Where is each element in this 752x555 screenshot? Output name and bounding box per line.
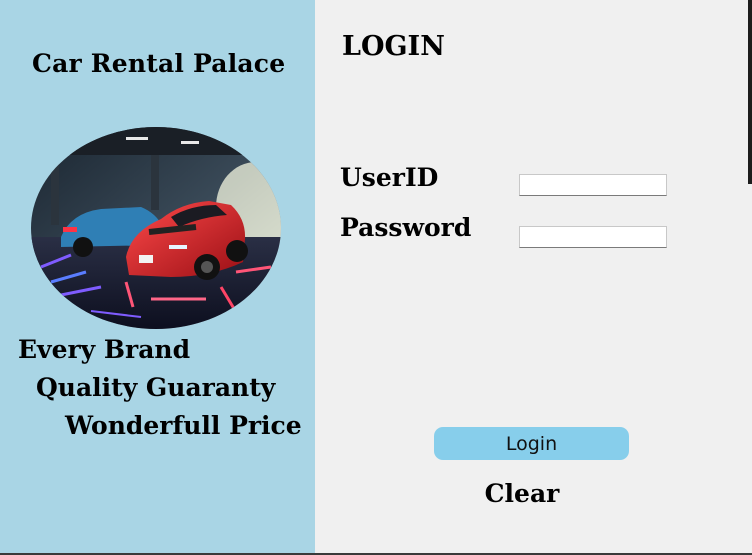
login-button[interactable]: Login — [434, 427, 629, 460]
brand-title: Car Rental Palace — [32, 49, 286, 78]
slogan-price: Wonderfull Price — [65, 411, 302, 440]
sports-car-image — [31, 127, 281, 329]
window-edge — [748, 0, 752, 184]
userid-input[interactable] — [519, 174, 667, 196]
userid-label: UserID — [340, 163, 439, 192]
login-heading: LOGIN — [342, 31, 445, 62]
clear-button[interactable]: Clear — [470, 475, 574, 511]
password-label: Password — [340, 213, 472, 242]
password-input[interactable] — [519, 226, 667, 248]
car-illustration — [31, 127, 281, 329]
login-window: Car Rental Palace Every Brand Quality Gu… — [0, 0, 752, 555]
brand-panel: Car Rental Palace Every Brand Quality Gu… — [0, 0, 315, 555]
slogan-every-brand: Every Brand — [18, 335, 191, 364]
slogan-quality: Quality Guaranty — [36, 373, 276, 402]
